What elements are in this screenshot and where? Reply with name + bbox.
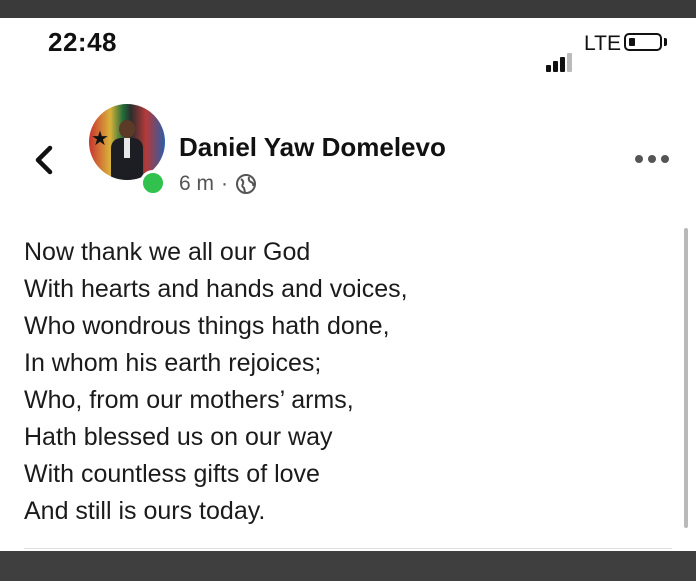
status-time: 22:48	[48, 27, 117, 57]
post-line: Who wondrous things hath done,	[24, 312, 390, 340]
chevron-left-icon	[35, 145, 53, 175]
globe-icon[interactable]	[235, 173, 257, 195]
network-type: LTE	[584, 32, 621, 55]
post-timestamp[interactable]: 6 m	[179, 172, 214, 196]
online-status-dot	[140, 170, 166, 196]
battery-tip	[664, 38, 667, 46]
battery-icon	[624, 33, 662, 51]
post-line: Now thank we all our God	[24, 238, 311, 266]
avatar[interactable]: ★	[89, 104, 165, 180]
avatar-image: ★	[89, 104, 165, 180]
divider	[24, 548, 672, 549]
bottom-frame	[0, 551, 696, 581]
post-text: Now thank we all our God With hearts and…	[24, 234, 408, 530]
scrollbar[interactable]	[684, 228, 688, 528]
post-line: And still is ours today.	[24, 497, 266, 525]
back-button[interactable]	[30, 140, 60, 180]
post-meta: 6 m ·	[179, 172, 257, 196]
post-line: In whom his earth rejoices;	[24, 349, 322, 377]
post-line: With hearts and hands and voices,	[24, 275, 408, 303]
post-line: Hath blessed us on our way	[24, 423, 333, 451]
author-name[interactable]: Daniel Yaw Domelevo	[179, 132, 446, 163]
meta-separator: ·	[221, 172, 229, 195]
signal-icon	[546, 50, 574, 72]
post-line: With countless gifts of love	[24, 460, 320, 488]
more-options-button[interactable]	[635, 155, 669, 167]
post-line: Who, from our mothers’ arms,	[24, 386, 354, 414]
